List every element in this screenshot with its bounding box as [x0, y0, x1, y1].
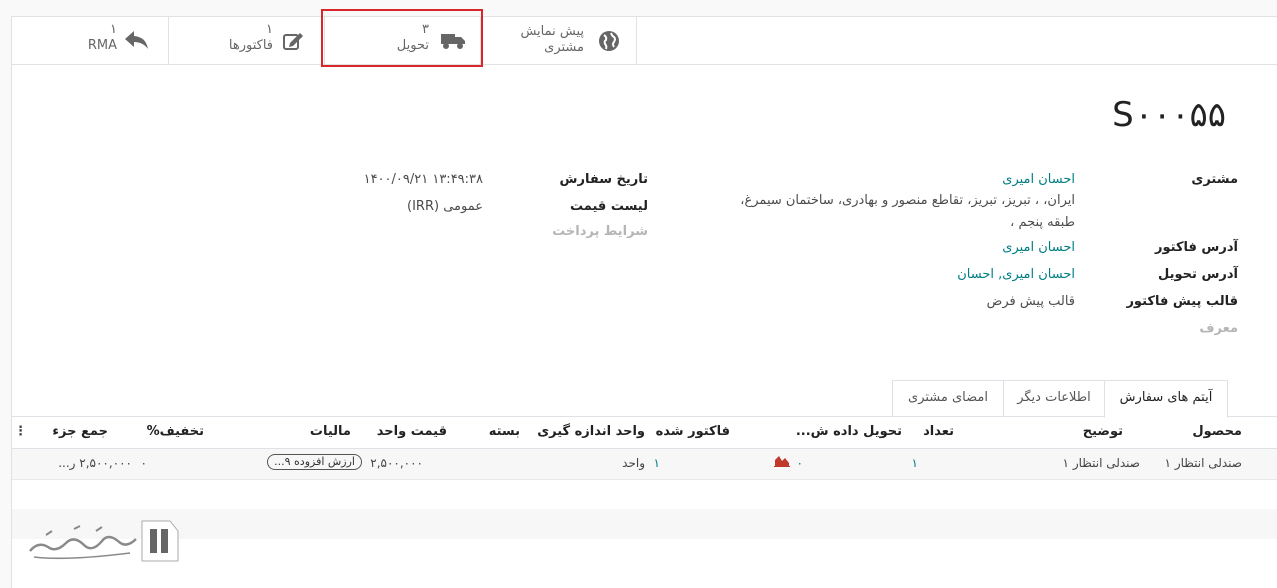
reply-arrow-icon [124, 29, 148, 53]
payment-terms-label: شرایط پرداخت [552, 224, 648, 239]
row-discount[interactable]: ۰ [141, 456, 147, 470]
optional-columns-icon[interactable]: ⋮ [14, 424, 27, 439]
order-date-value[interactable]: ۱۴۰۰/۰۹/۲۱ ۱۳:۴۹:۳۸ [364, 172, 483, 187]
invoices-label: ۱ فاکتورها [229, 22, 273, 54]
customer-address-line1: ایران، ، تبریز، تبریز، تقاطع منصور و بها… [740, 193, 1075, 208]
col-taxes[interactable]: مالیات [310, 424, 351, 439]
customer-preview-label: پیش نمایش مشتری [520, 24, 584, 56]
customer-label: مشتری [1191, 172, 1238, 187]
row-uom[interactable]: واحد [622, 456, 645, 470]
truck-icon [440, 29, 465, 53]
row-quantity[interactable]: ۱ [912, 456, 918, 470]
delivery-address-label: آدرس تحویل [1158, 267, 1238, 282]
invoices-text: فاکتورها [228, 38, 273, 53]
row-delivered[interactable]: ۰ [797, 456, 803, 470]
pricelist-value[interactable]: عمومی (IRR) [407, 199, 483, 214]
delivery-address-value[interactable]: احسان امیری, احسان [957, 267, 1075, 282]
pricelist-label: لیست قیمت [570, 199, 648, 214]
tab-customer-signature[interactable]: امضای مشتری [892, 380, 1004, 416]
col-uom[interactable]: واحد اندازه گیری [537, 424, 645, 439]
customer-preview-button[interactable]: پیش نمایش مشتری [480, 17, 637, 64]
tax-badge[interactable]: ارزش افزوده ۹... [267, 454, 362, 470]
invoices-button[interactable]: ۱ فاکتورها [168, 17, 325, 64]
delivery-text: تحویل [396, 38, 429, 53]
row-unit-price[interactable]: ۲,۵۰۰,۰۰۰ [370, 456, 423, 470]
delivery-label: ۳ تحویل [397, 22, 429, 54]
quotation-template-value[interactable]: قالب پیش فرض [987, 294, 1075, 309]
row-description[interactable]: صندلی انتظار ۱ [1063, 456, 1140, 470]
customer-preview-line1: پیش نمایش [520, 24, 584, 39]
col-invoiced[interactable]: فاکتور شده [656, 424, 730, 439]
rma-count: ۱ [110, 22, 117, 37]
invoices-count: ۱ [266, 22, 273, 37]
table-row[interactable]: صندلی انتظار ۱ صندلی انتظار ۱ ۱ ۰ ۱ واحد… [12, 449, 1277, 480]
row-product[interactable]: صندلی انتظار ۱ [1165, 456, 1242, 470]
delivery-button[interactable]: ۳ تحویل [324, 17, 481, 64]
col-description[interactable]: توضیح [1083, 424, 1123, 439]
invoice-address-label: آدرس فاکتور [1155, 240, 1238, 255]
tab-other-info[interactable]: اطلاعات دیگر [1003, 380, 1105, 416]
quotation-template-label: قالب پیش فاکتور [1126, 294, 1238, 309]
order-name: S۰۰۰۵۵ [1112, 95, 1226, 135]
col-product[interactable]: محصول [1192, 424, 1242, 439]
form-sheet: پیش نمایش مشتری ۳ تحویل ۱ فاکتورها ۱ RMA… [11, 9, 1277, 588]
col-unit-price[interactable]: قیمت واحد [377, 424, 447, 439]
order-lines-header: محصول توضیح تعداد تحویل داده ش... فاکتور… [12, 417, 1277, 449]
col-quantity[interactable]: تعداد [923, 424, 954, 439]
rma-button[interactable]: ۱ RMA [12, 17, 169, 64]
customer-address-line2: طبقه پنجم ، [1010, 215, 1075, 230]
col-discount[interactable]: تخفیف% [147, 424, 204, 439]
invoice-address-value[interactable]: احسان امیری [1002, 240, 1075, 255]
row-subtotal: ۲,۵۰۰,۰۰۰ ر... [58, 456, 132, 470]
tab-order-lines[interactable]: آیتم های سفارش [1104, 380, 1228, 418]
order-date-label: تاریخ سفارش [559, 172, 648, 187]
forecast-chart-icon[interactable] [774, 455, 790, 470]
referrer-label: معرف [1199, 321, 1238, 336]
globe-icon [597, 29, 621, 53]
col-package[interactable]: بسته [489, 424, 520, 439]
rma-label: ۱ RMA [88, 22, 117, 54]
customer-name[interactable]: احسان امیری [1002, 172, 1075, 187]
pencil-square-icon [282, 30, 306, 54]
watermark-logo [26, 517, 186, 567]
row-invoiced[interactable]: ۱ [654, 456, 660, 470]
customer-preview-line2: مشتری [544, 40, 584, 55]
delivery-count: ۳ [422, 22, 429, 37]
button-box: پیش نمایش مشتری ۳ تحویل ۱ فاکتورها ۱ RMA [12, 9, 1277, 67]
rma-text: RMA [87, 38, 117, 53]
col-subtotal[interactable]: جمع جزء [52, 424, 108, 439]
empty-row [12, 509, 1277, 539]
empty-row [12, 480, 1277, 509]
col-delivered[interactable]: تحویل داده ش... [796, 424, 902, 439]
